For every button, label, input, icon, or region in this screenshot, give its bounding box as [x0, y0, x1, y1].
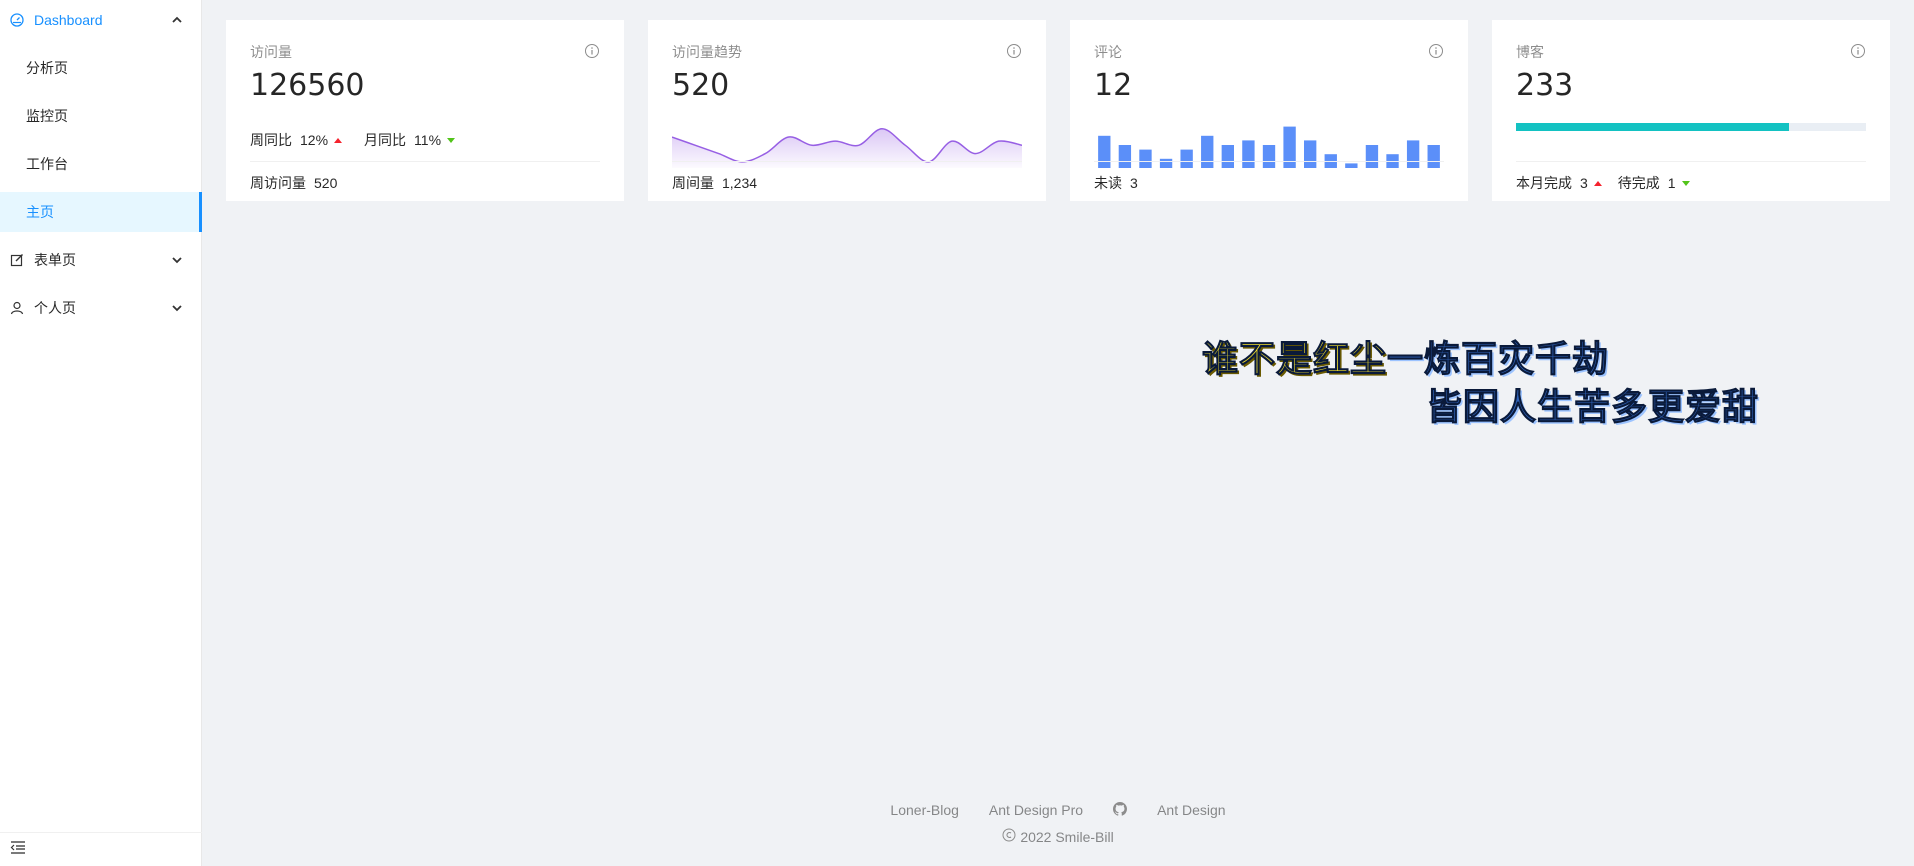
trend-value: 11%: [414, 132, 442, 148]
sidebar-item-home[interactable]: 主页: [0, 192, 202, 232]
link-ant-design-pro[interactable]: Ant Design Pro: [989, 802, 1083, 818]
card-title: 访问量趋势: [672, 44, 742, 60]
area-fill: [672, 128, 1022, 168]
progress-bar: [1516, 123, 1866, 131]
menu-form-label: 表单页: [34, 252, 76, 268]
caret-down-icon: [447, 137, 456, 143]
stat-label: 本月完成: [1516, 175, 1572, 191]
link-loner-blog[interactable]: Loner-Blog: [890, 802, 959, 818]
footer-value: 3: [1130, 175, 1138, 191]
card-title: 访问量: [250, 44, 292, 60]
month-trend: 月同比 11%: [364, 130, 456, 150]
sidebar-item-label: 主页: [26, 204, 54, 220]
caption-rest: 一炼百灾千劫: [1387, 339, 1610, 381]
dashboard-icon: [10, 13, 24, 27]
sidebar-item-label: 监控页: [26, 108, 68, 124]
bar-13: [1345, 163, 1358, 168]
card-footer: 未读 3: [1094, 173, 1138, 193]
week-trend: 周同比 12%: [250, 130, 343, 150]
stat-value: 3: [1580, 175, 1588, 191]
sidebar-item-analysis[interactable]: 分析页: [0, 48, 202, 88]
chevron-up-icon: [170, 13, 184, 27]
card-footer: 周间量 1,234: [672, 173, 757, 193]
trend-value: 12%: [300, 132, 329, 148]
menu-profile-label: 个人页: [34, 300, 76, 316]
divider: [1516, 161, 1866, 162]
footer-label: 未读: [1094, 175, 1122, 191]
copyright-icon: [1002, 828, 1016, 845]
footer-value: 520: [314, 175, 338, 191]
bar-7: [1221, 145, 1234, 168]
bar-14: [1365, 145, 1379, 168]
card-footer: 周访问量 520: [250, 173, 337, 193]
copyright-text: 2022 Smile-Bill: [1020, 828, 1114, 845]
card-value: 520: [672, 68, 730, 103]
menu-fold-icon: [10, 840, 26, 859]
collapse-toggle[interactable]: [0, 832, 202, 866]
bar-6: [1201, 135, 1214, 168]
caption-line-2: 皆因人生苦多更爱甜: [1425, 387, 1760, 429]
menu-form[interactable]: 表单页: [0, 240, 202, 280]
bar-17: [1427, 145, 1440, 168]
card-title: 评论: [1094, 44, 1122, 60]
caret-up-icon: [334, 137, 343, 143]
info-circle-icon[interactable]: [1428, 43, 1444, 59]
bar-3: [1139, 149, 1152, 168]
trend-label: 月同比: [364, 132, 407, 148]
info-circle-icon[interactable]: [1006, 43, 1022, 59]
edit-icon: [10, 253, 24, 267]
chevron-down-icon: [170, 253, 184, 267]
bar-11: [1304, 140, 1317, 168]
menu-dashboard-label: Dashboard: [34, 12, 103, 28]
copyright: 2022 Smile-Bill: [202, 828, 1914, 845]
info-circle-icon[interactable]: [1850, 43, 1866, 59]
sidebar: Dashboard 分析页 监控页 工作台 主页 表单页 个人页: [0, 0, 202, 866]
trend-label: 周同比: [250, 132, 292, 148]
card-visits: 访问量 126560 周同比 12% 月同比 11% 周访问量 520: [226, 20, 624, 201]
done-stat: 本月完成 3: [1516, 173, 1602, 193]
footer-label: 周间量: [672, 175, 714, 191]
sidebar-item-label: 分析页: [26, 60, 68, 76]
stat-label: 待完成: [1617, 175, 1660, 191]
link-ant-design[interactable]: Ant Design: [1157, 802, 1225, 818]
caption-highlight: 谁不是红尘: [1201, 339, 1388, 381]
progress-fill: [1516, 123, 1789, 131]
chevron-down-icon: [170, 301, 184, 315]
sidebar-item-label: 工作台: [26, 156, 68, 172]
card-comments: 评论 12 未读 3: [1070, 20, 1468, 201]
caption-line-1: 谁不是红尘一炼百灾千劫: [1201, 330, 1610, 382]
divider: [1094, 161, 1444, 162]
card-blog: 博客 233 本月完成 3 待完成 1: [1492, 20, 1890, 201]
user-icon: [10, 301, 24, 315]
card-value: 233: [1516, 68, 1574, 103]
menu-profile[interactable]: 个人页: [0, 288, 202, 328]
card-value: 126560: [250, 68, 365, 103]
divider: [672, 161, 1022, 162]
info-circle-icon[interactable]: [584, 43, 600, 59]
footer-value: 1,234: [722, 175, 758, 191]
caret-down-icon: [1681, 180, 1690, 186]
bar-9: [1262, 145, 1276, 168]
sidebar-item-workplace[interactable]: 工作台: [0, 144, 202, 184]
footer-links: Loner-Blog Ant Design Pro Ant Design: [202, 798, 1914, 822]
pending-stat: 待完成 1: [1618, 173, 1690, 193]
menu-dashboard[interactable]: Dashboard: [0, 0, 202, 40]
card-footer: 本月完成 3 待完成 1: [1516, 173, 1690, 193]
card-title: 博客: [1516, 44, 1544, 60]
divider: [250, 161, 600, 162]
footer-label: 周访问量: [250, 175, 306, 191]
sidebar-item-monitor[interactable]: 监控页: [0, 96, 202, 136]
bar-8: [1242, 140, 1255, 168]
card-trend: 访问量趋势 520 周间量 1,234: [648, 20, 1046, 201]
stat-value: 1: [1667, 175, 1676, 191]
page-footer: Loner-Blog Ant Design Pro Ant Design 202…: [202, 798, 1914, 845]
bar-2: [1118, 145, 1132, 168]
bar-1: [1098, 135, 1111, 168]
bar-5: [1180, 149, 1193, 168]
caret-up-icon: [1593, 180, 1602, 186]
bar-16: [1406, 140, 1420, 168]
card-value: 12: [1094, 68, 1133, 103]
github-icon[interactable]: [1113, 801, 1128, 819]
